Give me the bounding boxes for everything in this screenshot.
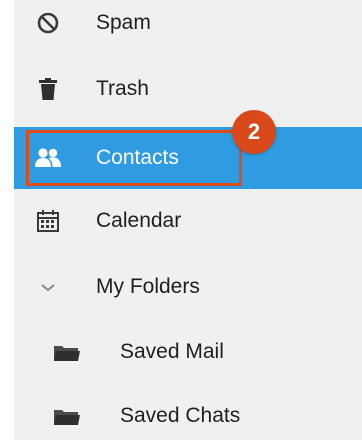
block-icon xyxy=(32,7,64,39)
sidebar-item-calendar[interactable]: Calendar xyxy=(14,190,362,252)
contacts-icon xyxy=(32,142,64,174)
sidebar-item-label: Contacts xyxy=(96,146,179,169)
sidebar-item-trash[interactable]: Trash xyxy=(14,58,362,120)
sidebar-item-spam[interactable]: Spam xyxy=(14,0,362,54)
folder-icon xyxy=(50,336,82,368)
sidebar-item-contacts[interactable]: Contacts xyxy=(14,127,362,189)
sidebar-item-label: Saved Chats xyxy=(120,404,241,427)
folder-icon xyxy=(50,400,82,432)
sidebar-item-saved-chats[interactable]: Saved Chats xyxy=(14,385,362,447)
chevron-down-icon[interactable] xyxy=(32,271,64,303)
sidebar-item-label: Calendar xyxy=(96,209,182,232)
step-number-badge: 2 xyxy=(232,110,276,154)
sidebar-item-label: My Folders xyxy=(96,275,200,298)
trash-icon xyxy=(32,73,64,105)
sidebar-item-saved-mail[interactable]: Saved Mail xyxy=(14,321,362,383)
sidebar-item-label: Trash xyxy=(96,77,149,100)
calendar-icon xyxy=(32,205,64,237)
mail-sidebar: Spam Trash Contacts Calendar My Folders … xyxy=(0,0,362,440)
sidebar-item-label: Spam xyxy=(96,11,151,34)
sidebar-item-my-folders[interactable]: My Folders xyxy=(14,256,362,318)
sidebar-item-label: Saved Mail xyxy=(120,340,224,363)
